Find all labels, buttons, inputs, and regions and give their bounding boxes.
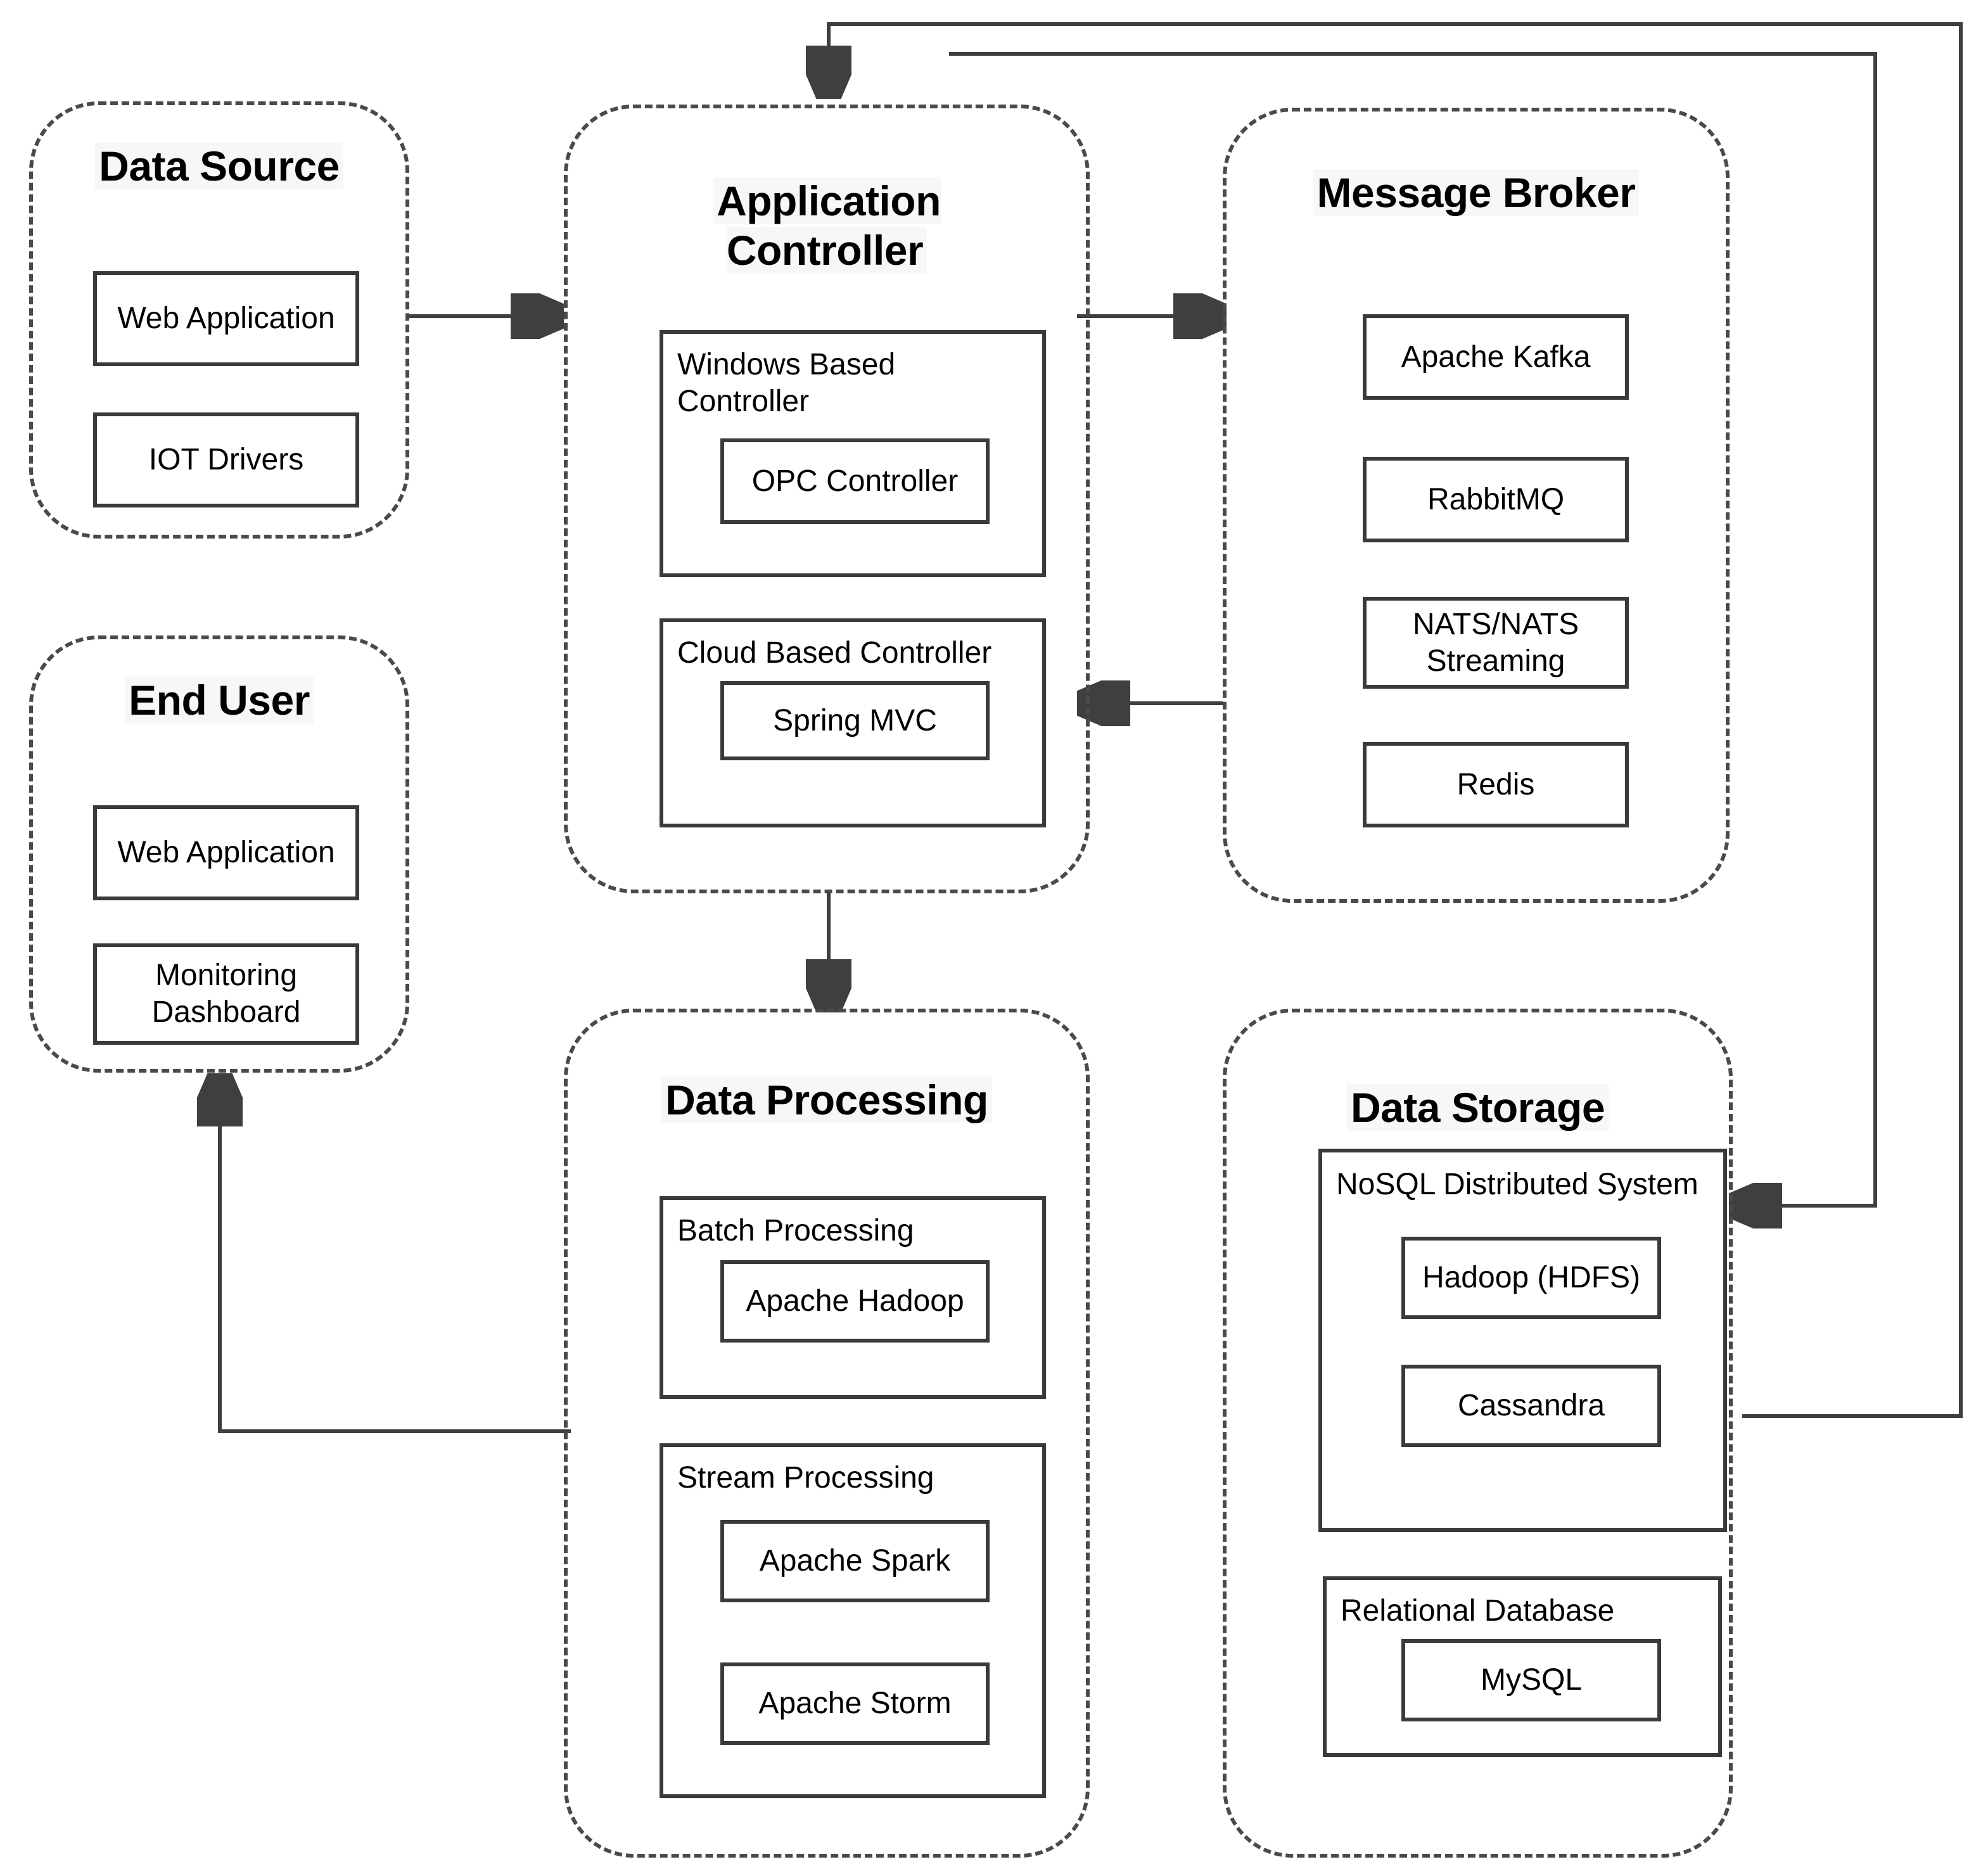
group-application-controller[interactable]: Application Controller Windows Based Con… xyxy=(564,105,1090,893)
box-apache-kafka[interactable]: Apache Kafka xyxy=(1363,314,1629,400)
group-message-broker[interactable]: Message Broker Apache Kafka RabbitMQ NAT… xyxy=(1223,108,1730,903)
panel-relational-database-label: Relational Database xyxy=(1341,1594,1615,1628)
panel-windows-based-controller-label: Windows Based Controller xyxy=(677,348,896,418)
panel-batch-processing[interactable]: Batch Processing Apache Hadoop xyxy=(660,1196,1046,1399)
group-data-storage[interactable]: Data Storage NoSQL Distributed System Ha… xyxy=(1223,1009,1733,1858)
group-data-processing-title: Data Processing xyxy=(568,1076,1086,1125)
connector-data-processing-to-end-user xyxy=(220,1077,571,1433)
box-data-source-iot-drivers[interactable]: IOT Drivers xyxy=(93,412,359,507)
box-rabbitmq[interactable]: RabbitMQ xyxy=(1363,457,1629,542)
group-data-storage-title: Data Storage xyxy=(1227,1083,1729,1133)
box-hadoop-hdfs[interactable]: Hadoop (HDFS) xyxy=(1401,1237,1661,1319)
box-mysql[interactable]: MySQL xyxy=(1401,1639,1661,1721)
architecture-diagram: Data Source Web Application IOT Drivers … xyxy=(0,0,1976,1876)
panel-stream-processing[interactable]: Stream Processing Apache Spark Apache St… xyxy=(660,1443,1046,1798)
panel-batch-processing-label: Batch Processing xyxy=(677,1214,914,1247)
panel-nosql-distributed-system[interactable]: NoSQL Distributed System Hadoop (HDFS) C… xyxy=(1318,1149,1727,1532)
group-message-broker-title: Message Broker xyxy=(1227,169,1726,218)
box-apache-hadoop[interactable]: Apache Hadoop xyxy=(720,1260,990,1343)
box-opc-controller[interactable]: OPC Controller xyxy=(720,438,990,524)
group-data-source-title: Data Source xyxy=(33,142,405,191)
box-nats-streaming[interactable]: NATS/NATS Streaming xyxy=(1363,597,1629,689)
box-spring-mvc[interactable]: Spring MVC xyxy=(720,681,990,760)
panel-relational-database[interactable]: Relational Database MySQL xyxy=(1323,1576,1722,1757)
group-end-user-title: End User xyxy=(33,676,405,725)
group-data-processing[interactable]: Data Processing Batch Processing Apache … xyxy=(564,1009,1090,1858)
group-end-user[interactable]: End User Web Application Monitoring Dash… xyxy=(29,635,409,1073)
panel-windows-based-controller[interactable]: Windows Based Controller OPC Controller xyxy=(660,330,1046,577)
box-cassandra[interactable]: Cassandra xyxy=(1401,1365,1661,1447)
group-application-controller-title: Application Controller xyxy=(568,177,1086,276)
group-data-source[interactable]: Data Source Web Application IOT Drivers xyxy=(29,101,409,539)
box-end-user-monitoring-dashboard[interactable]: Monitoring Dashboard xyxy=(93,943,359,1045)
box-apache-storm[interactable]: Apache Storm xyxy=(720,1662,990,1745)
panel-cloud-based-controller[interactable]: Cloud Based Controller Spring MVC xyxy=(660,618,1046,827)
panel-cloud-based-controller-label: Cloud Based Controller xyxy=(677,636,992,670)
box-data-source-web-application[interactable]: Web Application xyxy=(93,271,359,366)
panel-nosql-distributed-system-label: NoSQL Distributed System xyxy=(1336,1168,1699,1201)
box-apache-spark[interactable]: Apache Spark xyxy=(720,1520,990,1602)
panel-stream-processing-label: Stream Processing xyxy=(677,1461,934,1495)
box-end-user-web-application[interactable]: Web Application xyxy=(93,805,359,900)
box-redis[interactable]: Redis xyxy=(1363,742,1629,827)
